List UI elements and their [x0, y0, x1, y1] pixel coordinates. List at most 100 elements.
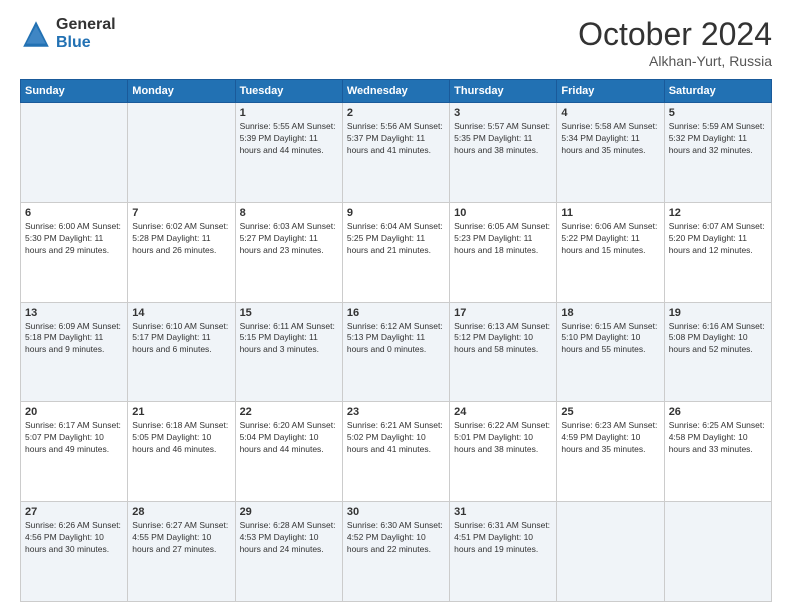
table-row: 28 Sunrise: 6:27 AM Sunset: 4:55 PM Dayli… — [128, 502, 235, 602]
day-info: Sunrise: 6:03 AM Sunset: 5:27 PM Dayligh… — [240, 221, 338, 257]
day-info: Sunrise: 6:00 AM Sunset: 5:30 PM Dayligh… — [25, 221, 123, 257]
calendar-week-row: 1Sunrise: 5:55 AM Sunset: 5:39 PM Daylig… — [21, 103, 772, 203]
day-number: 4 — [561, 107, 659, 119]
day-number: 20 — [25, 406, 123, 418]
table-row: 24 Sunrise: 6:22 AM Sunset: 5:01 PM Dayli… — [450, 402, 557, 502]
header: General Blue October 2024 Alkhan-Yurt, R… — [20, 16, 772, 69]
day-info: Sunrise: 6:07 AM Sunset: 5:20 PM Dayligh… — [669, 221, 767, 257]
day-number: 24 — [454, 406, 552, 418]
day-number: 23 — [347, 406, 445, 418]
day-info: Sunrise: 6:13 AM Sunset: 5:12 PM Dayligh… — [454, 321, 552, 357]
table-row: 7Sunrise: 6:02 AM Sunset: 5:28 PM Daylig… — [128, 202, 235, 302]
day-info: Sunrise: 6:18 AM Sunset: 5:05 PM Dayligh… — [132, 420, 230, 456]
table-row: 4 Sunrise: 5:58 AM Sunset: 5:34 PM Daylig… — [557, 103, 664, 203]
table-row: 22 Sunrise: 6:20 AM Sunset: 5:04 PM Dayli… — [235, 402, 342, 502]
day-number: 29 — [240, 506, 338, 518]
calendar-week-row: 20 Sunrise: 6:17 AM Sunset: 5:07 PM Dayli… — [21, 402, 772, 502]
table-row: 3Sunrise: 5:57 AM Sunset: 5:35 PM Daylig… — [450, 103, 557, 203]
table-row: 5 Sunrise: 5:59 AM Sunset: 5:32 PM Daylig… — [664, 103, 771, 203]
day-info: Sunrise: 5:56 AM Sunset: 5:37 PM Dayligh… — [347, 121, 445, 157]
col-monday: Monday — [128, 80, 235, 103]
day-info: Sunrise: 6:10 AM Sunset: 5:17 PM Dayligh… — [132, 321, 230, 357]
day-info: Sunrise: 5:59 AM Sunset: 5:32 PM Dayligh… — [669, 121, 767, 157]
col-friday: Friday — [557, 80, 664, 103]
day-number: 31 — [454, 506, 552, 518]
day-info: Sunrise: 6:04 AM Sunset: 5:25 PM Dayligh… — [347, 221, 445, 257]
day-number: 5 — [669, 107, 767, 119]
calendar-week-row: 6 Sunrise: 6:00 AM Sunset: 5:30 PM Daylig… — [21, 202, 772, 302]
table-row: 16 Sunrise: 6:12 AM Sunset: 5:13 PM Dayli… — [342, 302, 449, 402]
day-info: Sunrise: 6:20 AM Sunset: 5:04 PM Dayligh… — [240, 420, 338, 456]
table-row: 21Sunrise: 6:18 AM Sunset: 5:05 PM Dayli… — [128, 402, 235, 502]
table-row: 1Sunrise: 5:55 AM Sunset: 5:39 PM Daylig… — [235, 103, 342, 203]
table-row: 27 Sunrise: 6:26 AM Sunset: 4:56 PM Dayli… — [21, 502, 128, 602]
day-number: 16 — [347, 307, 445, 319]
day-number: 19 — [669, 307, 767, 319]
day-info: Sunrise: 6:11 AM Sunset: 5:15 PM Dayligh… — [240, 321, 338, 357]
day-number: 9 — [347, 207, 445, 219]
col-tuesday: Tuesday — [235, 80, 342, 103]
day-info: Sunrise: 6:26 AM Sunset: 4:56 PM Dayligh… — [25, 520, 123, 556]
col-wednesday: Wednesday — [342, 80, 449, 103]
table-row: 8Sunrise: 6:03 AM Sunset: 5:27 PM Daylig… — [235, 202, 342, 302]
table-row: 12Sunrise: 6:07 AM Sunset: 5:20 PM Dayli… — [664, 202, 771, 302]
table-row: 2 Sunrise: 5:56 AM Sunset: 5:37 PM Daylig… — [342, 103, 449, 203]
table-row: 14Sunrise: 6:10 AM Sunset: 5:17 PM Dayli… — [128, 302, 235, 402]
logo-icon — [20, 18, 52, 50]
logo-general-text: General — [56, 16, 116, 34]
day-number: 11 — [561, 207, 659, 219]
table-row: 17 Sunrise: 6:13 AM Sunset: 5:12 PM Dayli… — [450, 302, 557, 402]
col-saturday: Saturday — [664, 80, 771, 103]
day-number: 27 — [25, 506, 123, 518]
month-title: October 2024 — [578, 16, 772, 53]
day-number: 6 — [25, 207, 123, 219]
table-row: 26 Sunrise: 6:25 AM Sunset: 4:58 PM Dayli… — [664, 402, 771, 502]
day-info: Sunrise: 6:05 AM Sunset: 5:23 PM Dayligh… — [454, 221, 552, 257]
day-number: 26 — [669, 406, 767, 418]
day-info: Sunrise: 6:17 AM Sunset: 5:07 PM Dayligh… — [25, 420, 123, 456]
table-row: 20 Sunrise: 6:17 AM Sunset: 5:07 PM Dayli… — [21, 402, 128, 502]
table-row — [21, 103, 128, 203]
table-row — [128, 103, 235, 203]
day-info: Sunrise: 6:27 AM Sunset: 4:55 PM Dayligh… — [132, 520, 230, 556]
day-info: Sunrise: 6:31 AM Sunset: 4:51 PM Dayligh… — [454, 520, 552, 556]
table-row: 9 Sunrise: 6:04 AM Sunset: 5:25 PM Daylig… — [342, 202, 449, 302]
day-number: 13 — [25, 307, 123, 319]
day-info: Sunrise: 6:21 AM Sunset: 5:02 PM Dayligh… — [347, 420, 445, 456]
day-info: Sunrise: 6:15 AM Sunset: 5:10 PM Dayligh… — [561, 321, 659, 357]
table-row: 23 Sunrise: 6:21 AM Sunset: 5:02 PM Dayli… — [342, 402, 449, 502]
table-row: 10 Sunrise: 6:05 AM Sunset: 5:23 PM Dayli… — [450, 202, 557, 302]
day-number: 25 — [561, 406, 659, 418]
title-block: October 2024 Alkhan-Yurt, Russia — [578, 16, 772, 69]
table-row: 18Sunrise: 6:15 AM Sunset: 5:10 PM Dayli… — [557, 302, 664, 402]
day-number: 7 — [132, 207, 230, 219]
day-info: Sunrise: 6:30 AM Sunset: 4:52 PM Dayligh… — [347, 520, 445, 556]
table-row: 13 Sunrise: 6:09 AM Sunset: 5:18 PM Dayli… — [21, 302, 128, 402]
calendar-week-row: 13 Sunrise: 6:09 AM Sunset: 5:18 PM Dayli… — [21, 302, 772, 402]
table-row — [664, 502, 771, 602]
calendar-table: Sunday Monday Tuesday Wednesday Thursday… — [20, 79, 772, 602]
table-row: 30 Sunrise: 6:30 AM Sunset: 4:52 PM Dayli… — [342, 502, 449, 602]
day-number: 10 — [454, 207, 552, 219]
logo-blue-text: Blue — [56, 34, 116, 52]
calendar-week-row: 27 Sunrise: 6:26 AM Sunset: 4:56 PM Dayli… — [21, 502, 772, 602]
location-subtitle: Alkhan-Yurt, Russia — [578, 53, 772, 69]
day-number: 3 — [454, 107, 552, 119]
day-number: 2 — [347, 107, 445, 119]
day-number: 17 — [454, 307, 552, 319]
day-info: Sunrise: 6:22 AM Sunset: 5:01 PM Dayligh… — [454, 420, 552, 456]
day-info: Sunrise: 5:58 AM Sunset: 5:34 PM Dayligh… — [561, 121, 659, 157]
day-info: Sunrise: 6:25 AM Sunset: 4:58 PM Dayligh… — [669, 420, 767, 456]
table-row: 29 Sunrise: 6:28 AM Sunset: 4:53 PM Dayli… — [235, 502, 342, 602]
day-info: Sunrise: 6:28 AM Sunset: 4:53 PM Dayligh… — [240, 520, 338, 556]
day-number: 30 — [347, 506, 445, 518]
day-number: 22 — [240, 406, 338, 418]
table-row — [557, 502, 664, 602]
day-number: 28 — [132, 506, 230, 518]
table-row: 19Sunrise: 6:16 AM Sunset: 5:08 PM Dayli… — [664, 302, 771, 402]
day-info: Sunrise: 6:12 AM Sunset: 5:13 PM Dayligh… — [347, 321, 445, 357]
col-thursday: Thursday — [450, 80, 557, 103]
table-row: 25Sunrise: 6:23 AM Sunset: 4:59 PM Dayli… — [557, 402, 664, 502]
table-row: 11Sunrise: 6:06 AM Sunset: 5:22 PM Dayli… — [557, 202, 664, 302]
day-info: Sunrise: 6:09 AM Sunset: 5:18 PM Dayligh… — [25, 321, 123, 357]
